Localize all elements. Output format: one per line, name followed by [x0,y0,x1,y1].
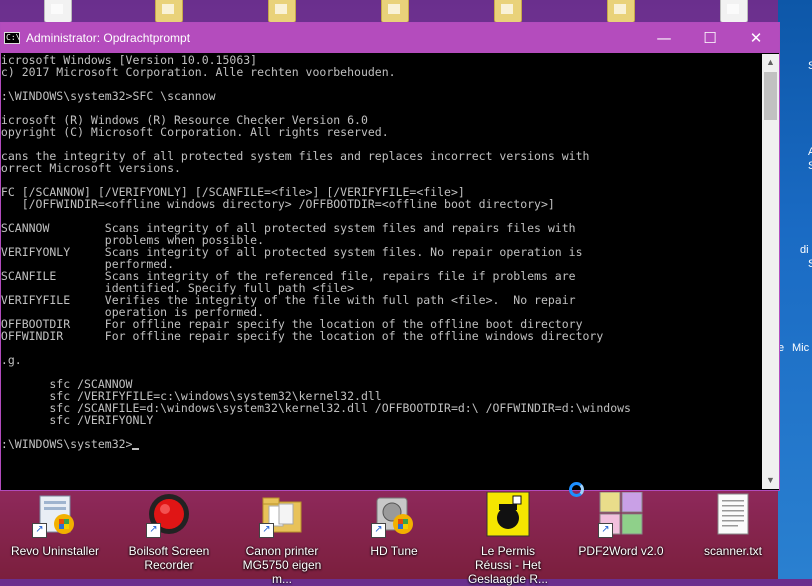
console-line: correct Microsoft versions. [1,161,181,175]
desktop-background-right: S A S di S e Mic [778,0,812,579]
desktop-icon-label: Canon printer MG5750 eigen m... [242,544,322,586]
desktop-icon-label: scanner.txt [703,544,763,558]
console-line: C:\WINDOWS\system32>SFC \scannow [1,89,216,103]
hd-tune-icon: ↗ [371,492,417,538]
screen-recorder-icon: ↗ [146,492,192,538]
console-line: e.g. [1,353,22,367]
scroll-thumb[interactable] [764,72,777,120]
text-cursor [132,448,140,450]
revo-uninstaller-icon: ↗ [32,492,78,538]
close-button[interactable]: ✕ [733,23,779,53]
desktop-icon-label: HD Tune [370,544,418,558]
command-prompt-window[interactable]: C:\ Administrator: Opdrachtprompt — ☐ ✕ … [0,22,780,491]
right-edge-text: A [808,146,812,158]
vertical-scrollbar[interactable]: ▲ ▼ [762,54,779,489]
permis-icon [485,491,531,538]
window-title: Administrator: Opdrachtprompt [26,31,191,45]
title-bar[interactable]: C:\ Administrator: Opdrachtprompt — ☐ ✕ [1,23,779,53]
desktop-icon-label: Revo Uninstaller [10,544,100,558]
console-text: Microsoft Windows [Version 10.0.15063] (… [1,54,631,450]
shortcut-arrow-icon: ↗ [32,523,47,538]
desktop-icon-revo-uninstaller[interactable]: ↗ Revo Uninstaller [10,492,100,558]
right-edge-text: Mic [792,342,810,354]
pdf2word-icon: ↗ [598,491,644,538]
shortcut-arrow-icon: ↗ [371,523,386,538]
minimize-button[interactable]: — [641,23,687,53]
console-line: sfc /VERIFYONLY [1,413,154,427]
desktop-icon-canon-printer[interactable]: ↗ Canon printer MG5750 eigen m... [237,492,327,586]
desktop-icon-hd-tune[interactable]: ↗ HD Tune [349,492,439,558]
folder-icon[interactable] [268,0,296,23]
console-line: /OFFWINDIR For offline repair specify th… [1,329,604,343]
console-line: C:\WINDOWS\system32> [1,437,133,451]
console-output[interactable]: Microsoft Windows [Version 10.0.15063] (… [1,54,762,489]
right-edge-text: S [808,258,812,270]
console-line: Copyright (C) Microsoft Corporation. All… [1,125,389,139]
right-edge-text: S [808,160,812,172]
text-file-icon [710,492,756,538]
right-edge-text: di [800,244,809,256]
document-icon[interactable] [44,0,72,23]
desktop-icon-boilsoft[interactable]: ↗ Boilsoft Screen Recorder [124,492,214,572]
shortcut-arrow-icon: ↗ [259,523,274,538]
folder-icon: ↗ [259,492,305,538]
desktop-icon-label: Boilsoft Screen Recorder [128,544,210,572]
scroll-down-arrow-icon[interactable]: ▼ [762,472,779,489]
folder-icon[interactable] [607,0,635,23]
maximize-button[interactable]: ☐ [687,23,733,53]
word-document-icon[interactable] [720,0,748,23]
desktop-icon-le-permis[interactable]: Le Permis Réussi - Het Geslaagde R... [463,491,553,586]
folder-icon[interactable] [494,0,522,23]
desktop-icon-scanner-txt[interactable]: scanner.txt [688,492,778,558]
folder-icon[interactable] [381,0,409,23]
desktop-top-icons [0,0,778,24]
shortcut-arrow-icon: ↗ [598,523,613,538]
desktop-icon-pdf2word[interactable]: ↗ PDF2Word v2.0 [576,491,666,558]
desktop-icon-label: Le Permis Réussi - Het Geslaagde R... [467,544,549,586]
console-line: [/OFFWINDIR=<offline windows directory> … [1,197,555,211]
cmd-icon: C:\ [4,32,21,44]
desktop-icon-label: PDF2Word v2.0 [578,544,664,558]
scroll-up-arrow-icon[interactable]: ▲ [762,54,779,71]
console-line: (c) 2017 Microsoft Corporation. Alle rec… [1,65,396,79]
folder-icon[interactable] [155,0,183,23]
shortcut-arrow-icon: ↗ [146,523,161,538]
right-edge-text: S [808,60,812,72]
